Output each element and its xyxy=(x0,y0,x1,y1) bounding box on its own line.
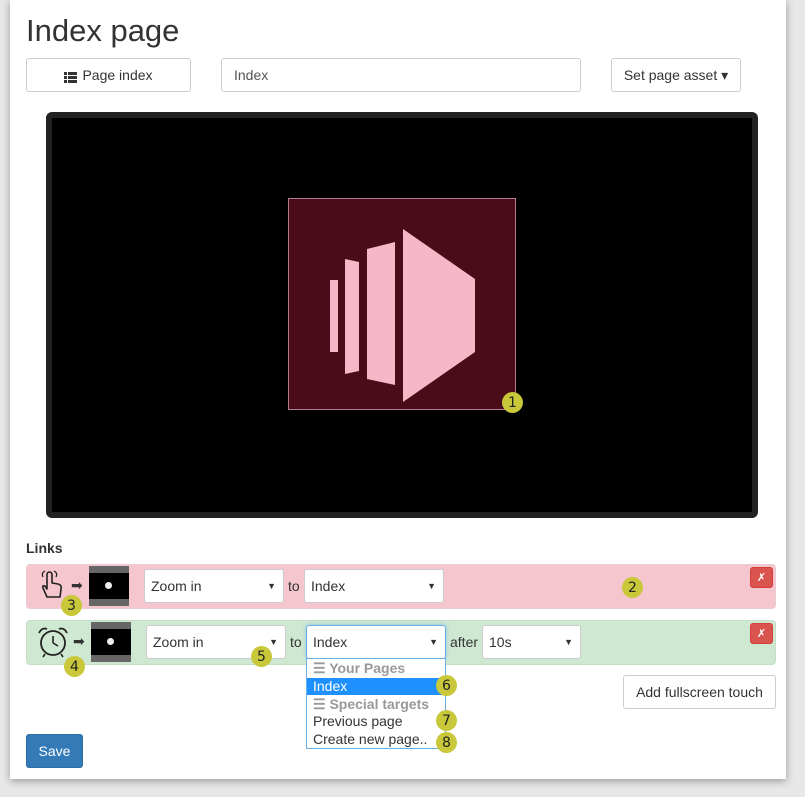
to-label: to xyxy=(290,634,302,650)
dropdown-option-create-new-page[interactable]: Create new page.. xyxy=(307,731,445,748)
link-thumbnail xyxy=(89,566,129,606)
dropdown-group-special-targets: ☰ Special targets xyxy=(313,696,430,712)
touch-target-value: Index xyxy=(311,578,346,594)
page-title: Index page xyxy=(26,13,180,48)
speaker-icon xyxy=(330,229,475,402)
links-section-label: Links xyxy=(26,540,63,556)
save-button[interactable]: Save xyxy=(26,734,83,768)
page-name-value: Index xyxy=(234,67,269,83)
list-icon xyxy=(64,70,78,83)
touch-transition-value: Zoom in xyxy=(151,578,202,594)
chevron-down-icon: ▼ xyxy=(427,581,436,591)
delete-touch-link-button[interactable]: ✗ xyxy=(750,567,773,588)
alarm-clock-icon xyxy=(36,625,70,664)
after-label: after xyxy=(450,634,479,650)
touch-transition-select[interactable]: Zoom in ▼ xyxy=(144,569,284,603)
arrow-right-icon: ➡ xyxy=(73,633,85,649)
timer-delay-value: 10s xyxy=(489,634,512,650)
annotation-badge-7: 7 xyxy=(436,710,457,731)
chevron-down-icon: ▼ xyxy=(267,581,276,591)
annotation-badge-2: 2 xyxy=(622,577,643,598)
delete-timer-link-button[interactable]: ✗ xyxy=(750,623,773,644)
dropdown-option-previous-page[interactable]: Previous page xyxy=(307,713,445,730)
arrow-right-icon: ➡ xyxy=(71,577,83,593)
set-page-asset-label: Set page asset ▾ xyxy=(623,66,729,83)
set-page-asset-button[interactable]: Set page asset ▾ xyxy=(611,58,741,92)
annotation-badge-3: 3 xyxy=(61,595,82,616)
chevron-down-icon: ▼ xyxy=(564,637,573,647)
page-asset-image[interactable] xyxy=(288,198,516,410)
dropdown-group-your-pages: ☰ Your Pages xyxy=(313,660,406,676)
annotation-badge-1: 1 xyxy=(502,392,523,413)
timer-target-select[interactable]: Index ▼ xyxy=(306,625,446,659)
page-index-label: Page index xyxy=(82,67,153,83)
add-fullscreen-touch-label: Add fullscreen touch xyxy=(636,684,763,700)
add-fullscreen-touch-button[interactable]: Add fullscreen touch xyxy=(623,675,776,709)
annotation-badge-6: 6 xyxy=(436,675,457,696)
chevron-down-icon: ▼ xyxy=(429,637,438,647)
annotation-badge-8: 8 xyxy=(436,732,457,753)
link-thumbnail xyxy=(91,622,131,662)
chevron-down-icon: ▼ xyxy=(269,637,278,647)
page-index-button[interactable]: Page index xyxy=(26,58,191,92)
timer-target-value: Index xyxy=(313,634,348,650)
page-name-input[interactable]: Index xyxy=(221,58,581,92)
timer-delay-select[interactable]: 10s ▼ xyxy=(482,625,581,659)
timer-transition-value: Zoom in xyxy=(153,634,204,650)
dropdown-option-index[interactable]: Index xyxy=(307,678,445,695)
annotation-badge-5: 5 xyxy=(251,646,272,667)
touch-target-select[interactable]: Index ▼ xyxy=(304,569,444,603)
annotation-badge-4: 4 xyxy=(64,656,85,677)
target-dropdown-list: ☰ Your Pages Index ☰ Special targets Pre… xyxy=(306,658,446,749)
to-label: to xyxy=(288,578,300,594)
